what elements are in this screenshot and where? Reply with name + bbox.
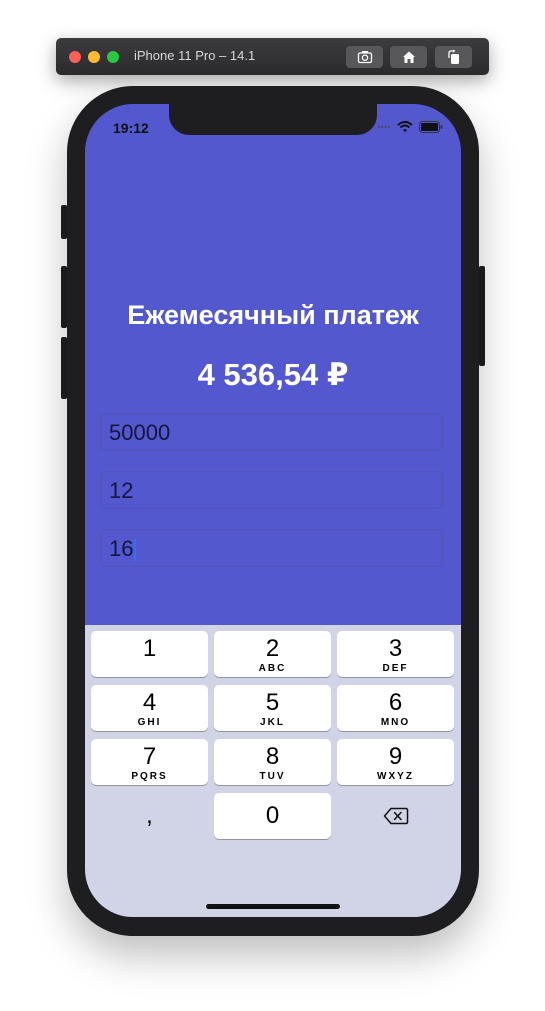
key-comma[interactable]: ,: [91, 793, 208, 839]
key-0-digit: 0: [265, 802, 280, 829]
key-8-letters: TUV: [259, 771, 286, 782]
key-1-digit: 1: [142, 635, 157, 662]
key-3-digit: 3: [388, 635, 403, 662]
camera-icon: [357, 51, 372, 64]
battery-icon: [419, 121, 443, 133]
notch: [169, 104, 377, 135]
key-5-letters: JKL: [260, 717, 285, 728]
key-2-letters: ABC: [258, 663, 287, 674]
key-8[interactable]: 8 TUV: [214, 739, 331, 785]
volume-up-button: [61, 266, 67, 328]
power-button: [479, 266, 485, 366]
key-5-digit: 5: [265, 689, 280, 716]
key-0[interactable]: 0: [214, 793, 331, 839]
status-icons: [377, 121, 443, 133]
key-6[interactable]: 6 MNO: [337, 685, 454, 731]
loan-amount-field[interactable]: 50000: [100, 413, 443, 451]
phone-screen: 19:12 Ежемесячный платеж 4 536,54 ₽ 5000…: [85, 104, 461, 917]
rotate-button[interactable]: [435, 46, 472, 68]
key-5[interactable]: 5 JKL: [214, 685, 331, 731]
monthly-payment-amount: 4 536,54 ₽: [197, 357, 349, 392]
key-9[interactable]: 9 WXYZ: [337, 739, 454, 785]
key-7[interactable]: 7 PQRS: [91, 739, 208, 785]
volume-down-button: [61, 337, 67, 399]
mute-switch: [61, 205, 67, 239]
interest-rate-field[interactable]: 16: [100, 529, 443, 567]
key-7-letters: PQRS: [131, 771, 168, 782]
close-window-button[interactable]: [69, 51, 81, 63]
loan-amount-value: 50000: [109, 420, 171, 445]
home-indicator[interactable]: [206, 904, 340, 909]
screenshot-button[interactable]: [346, 46, 383, 68]
home-button[interactable]: [390, 46, 427, 68]
rotate-icon: [447, 49, 459, 64]
key-4-letters: GHI: [137, 717, 162, 728]
loan-term-field[interactable]: 12: [100, 471, 443, 509]
home-icon: [402, 51, 415, 63]
key-6-letters: MNO: [380, 717, 411, 728]
key-9-digit: 9: [388, 743, 403, 770]
wifi-icon: [397, 121, 413, 132]
numeric-keypad: 1 2 ABC 3 DEF 4 GHI 5 JKL 6 MNO 7 PQRS 8 TUV 9W…: [85, 625, 461, 917]
key-6-digit: 6: [388, 689, 403, 716]
key-3[interactable]: 3 DEF: [337, 631, 454, 677]
status-time: 19:12: [113, 120, 149, 136]
text-cursor: [134, 539, 137, 562]
key-9-letters: WXYZ: [377, 771, 414, 782]
simulator-title-bar: iPhone 11 Pro – 14.1: [56, 38, 489, 75]
delete-key[interactable]: [337, 793, 454, 839]
zoom-window-button[interactable]: [107, 51, 119, 63]
page-title: Ежемесячный платеж: [127, 300, 419, 330]
key-4[interactable]: 4 GHI: [91, 685, 208, 731]
key-3-letters: DEF: [382, 663, 409, 674]
minimize-window-button[interactable]: [88, 51, 100, 63]
key-2-digit: 2: [265, 635, 280, 662]
interest-rate-value: 16: [109, 536, 134, 561]
backspace-icon: [383, 807, 408, 825]
key-2[interactable]: 2 ABC: [214, 631, 331, 677]
signal-icon: [377, 125, 391, 129]
key-8-digit: 8: [265, 743, 280, 770]
key-1[interactable]: 1: [91, 631, 208, 677]
key-4-digit: 4: [142, 689, 157, 716]
loan-term-value: 12: [109, 478, 134, 503]
key-7-digit: 7: [142, 743, 157, 770]
key-comma-label: ,: [146, 802, 153, 829]
simulator-title: iPhone 11 Pro – 14.1: [134, 48, 256, 63]
